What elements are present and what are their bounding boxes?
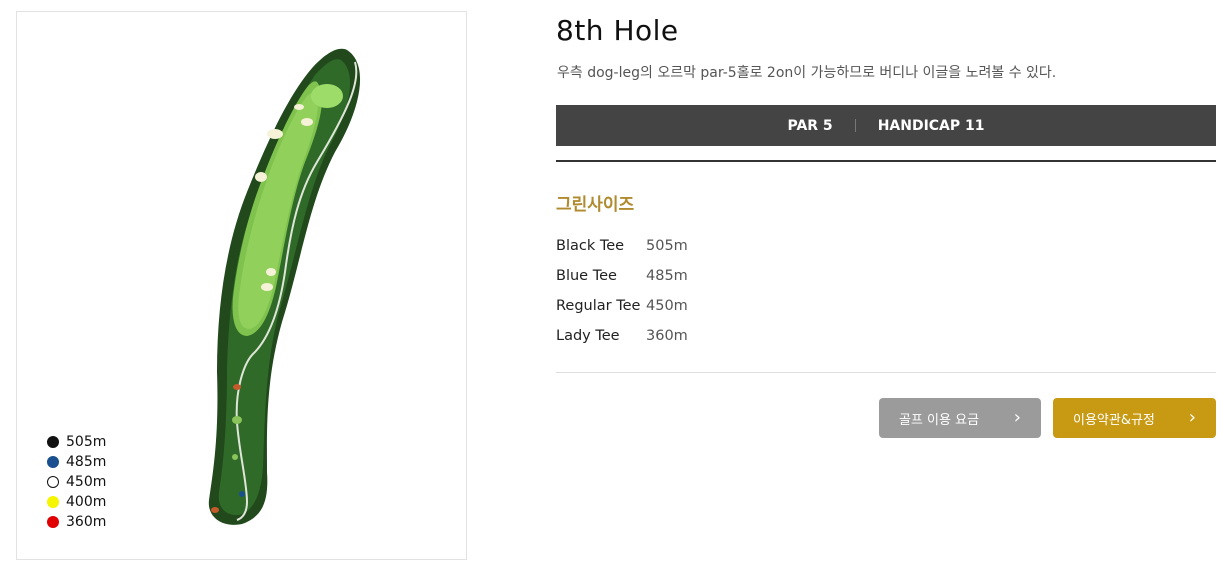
- hole-description: 우측 dog-leg의 오르막 par-5홀로 2on이 가능하므로 버디나 이…: [557, 65, 1057, 81]
- legend-label: 505m: [66, 434, 107, 450]
- legend-label: 400m: [66, 494, 107, 510]
- tee-row: Regular Tee 450m: [556, 291, 688, 321]
- tee-distance-list: Black Tee 505m Blue Tee 485m Regular Tee…: [556, 231, 688, 351]
- tee-distance: 360m: [646, 328, 688, 344]
- hole-map-panel: 505m 485m 450m 400m 360m: [16, 11, 467, 560]
- hole-title: 8th Hole: [556, 14, 679, 47]
- legend-item: 360m: [47, 512, 106, 532]
- tee-name: Black Tee: [556, 238, 625, 254]
- legend-white-dot: [47, 476, 59, 488]
- golf-fee-button[interactable]: 골프 이용 요금 ›: [879, 398, 1041, 438]
- legend-item: 505m: [47, 432, 106, 452]
- info-divider: [854, 119, 856, 132]
- legend-label: 485m: [66, 454, 107, 470]
- handicap-label: HANDICAP 11: [877, 117, 985, 134]
- legend-item: 485m: [47, 452, 106, 472]
- tee-row: Blue Tee 485m: [556, 261, 688, 291]
- tee-name: Regular Tee: [556, 298, 641, 314]
- hole-info-bar: PAR 5 HANDICAP 11: [556, 105, 1216, 146]
- legend-red-dot: [47, 516, 59, 528]
- section-divider: [556, 160, 1216, 162]
- tee-name: Blue Tee: [556, 268, 617, 284]
- content-divider: [556, 372, 1216, 373]
- tee-row: Lady Tee 360m: [556, 321, 688, 351]
- legend-blue-dot: [47, 456, 59, 468]
- tee-distance: 485m: [646, 268, 688, 284]
- golf-fee-button-label: 골프 이용 요금: [899, 412, 980, 428]
- green-size-title: 그린사이즈: [556, 195, 635, 215]
- chevron-right-icon: ›: [1013, 407, 1021, 428]
- chevron-right-icon: ›: [1188, 407, 1196, 428]
- terms-button-label: 이용약관&규정: [1073, 412, 1155, 428]
- tee-legend: 505m 485m 450m 400m 360m: [47, 432, 106, 532]
- tee-row: Black Tee 505m: [556, 231, 688, 261]
- tee-name: Lady Tee: [556, 328, 620, 344]
- par-label: PAR 5: [787, 117, 833, 134]
- legend-yellow-dot: [47, 496, 59, 508]
- tee-distance: 450m: [646, 298, 688, 314]
- legend-item: 450m: [47, 472, 106, 492]
- legend-label: 360m: [66, 514, 107, 530]
- terms-button[interactable]: 이용약관&규정 ›: [1053, 398, 1216, 438]
- legend-item: 400m: [47, 492, 106, 512]
- tee-distance: 505m: [646, 238, 688, 254]
- legend-black-dot: [47, 436, 59, 448]
- legend-label: 450m: [66, 474, 107, 490]
